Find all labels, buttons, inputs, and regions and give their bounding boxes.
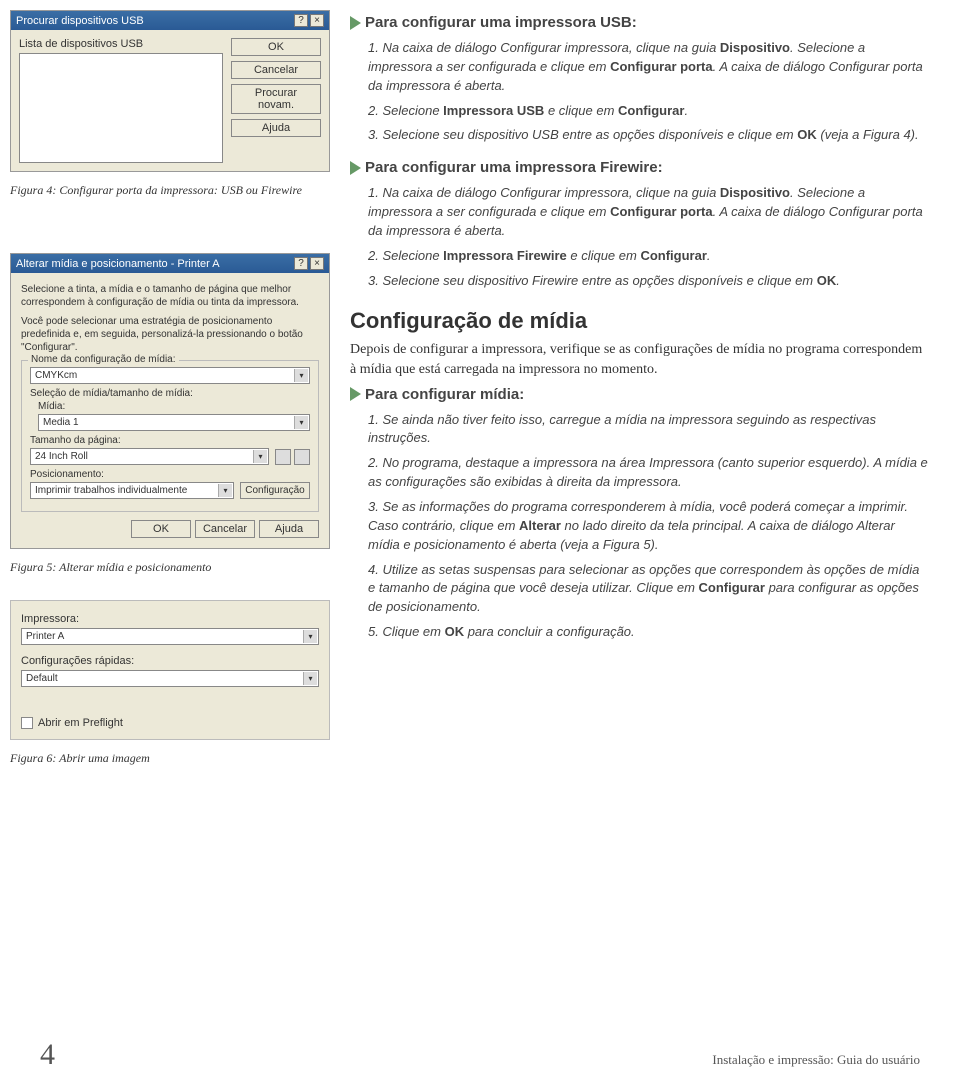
figure6-caption: Figura 6: Abrir uma imagem [10, 750, 330, 766]
usb-search-dialog: Procurar dispositivos USB ? × Lista de d… [10, 10, 330, 172]
ok-button[interactable]: OK [231, 38, 321, 56]
cancel-button[interactable]: Cancelar [231, 61, 321, 79]
section-media-heading: Para configurar mídia: [350, 386, 930, 403]
chevron-down-icon: ▾ [218, 484, 232, 497]
ok-button[interactable]: OK [131, 520, 191, 538]
media-step-4: 4. Utilize as setas suspensas para selec… [368, 561, 930, 618]
media-position-dialog: Alterar mídia e posicionamento - Printer… [10, 253, 330, 549]
help-icon[interactable]: ? [294, 14, 308, 27]
footer-text: Instalação e impressão: Guia do usuário [712, 1052, 920, 1068]
close-icon[interactable]: × [310, 257, 324, 270]
rescan-button[interactable]: Procurar novam. [231, 84, 321, 114]
config-button[interactable]: Configuração [240, 482, 310, 499]
dialog-title: Alterar mídia e posicionamento - Printer… [16, 258, 220, 270]
media-step-1: 1. Se ainda não tiver feito isso, carreg… [368, 411, 930, 449]
printer-label: Impressora: [21, 613, 319, 625]
dialog-intro-2: Você pode selecionar uma estratégia de p… [21, 315, 319, 354]
close-icon[interactable]: × [310, 14, 324, 27]
midia-label: Mídia: [38, 401, 310, 412]
section-firewire-heading: Para configurar uma impressora Firewire: [350, 159, 930, 176]
position-combo[interactable]: Imprimir trabalhos individualmente▾ [30, 482, 234, 499]
figure5-caption: Figura 5: Alterar mídia e posicionamento [10, 559, 330, 575]
usb-device-list[interactable] [19, 53, 223, 163]
page-size-combo[interactable]: 24 Inch Roll▾ [30, 448, 269, 465]
figure4-caption: Figura 4: Configurar porta da impressora… [10, 182, 330, 198]
arrow-icon [350, 387, 361, 401]
media-step-5: 5. Clique em OK para concluir a configur… [368, 623, 930, 642]
square-icon[interactable] [275, 449, 291, 465]
media-step-3: 3. Se as informações do programa corresp… [368, 498, 930, 555]
usb-step-1: 1. Na caixa de diálogo Configurar impres… [368, 39, 930, 96]
group-title: Nome da configuração de mídia: [28, 354, 179, 365]
arrow-icon [350, 161, 361, 175]
quick-config-combo[interactable]: Default▾ [21, 670, 319, 687]
page-number: 4 [40, 1038, 55, 1072]
fw-step-3: 3. Selecione seu dispositivo Firewire en… [368, 272, 930, 291]
chevron-down-icon: ▾ [303, 672, 317, 685]
position-label: Posicionamento: [30, 469, 310, 480]
media-select-label: Seleção de mídia/tamanho de mídia: [30, 388, 310, 399]
open-image-dialog: Impressora: Printer A▾ Configurações ráp… [10, 600, 330, 740]
fw-step-2: 2. Selecione Impressora Firewire e cliqu… [368, 247, 930, 266]
usb-step-3: 3. Selecione seu dispositivo USB entre a… [368, 126, 930, 145]
media-config-para: Depois de configurar a impressora, verif… [350, 340, 930, 379]
preflight-label: Abrir em Preflight [38, 717, 123, 729]
media-config-combo[interactable]: CMYKcm▾ [30, 367, 310, 384]
media-config-heading: Configuração de mídia [350, 308, 930, 334]
cancel-button[interactable]: Cancelar [195, 520, 255, 538]
printer-combo[interactable]: Printer A▾ [21, 628, 319, 645]
arrow-icon [350, 16, 361, 30]
usb-step-2: 2. Selecione Impressora USB e clique em … [368, 102, 930, 121]
dialog-titlebar: Alterar mídia e posicionamento - Printer… [11, 254, 329, 273]
page-size-label: Tamanho da página: [30, 435, 310, 446]
list-label: Lista de dispositivos USB [19, 38, 223, 50]
preflight-checkbox[interactable] [21, 717, 33, 729]
midia-combo[interactable]: Media 1▾ [38, 414, 310, 431]
dialog-titlebar: Procurar dispositivos USB ? × [11, 11, 329, 30]
help-button[interactable]: Ajuda [231, 119, 321, 137]
help-icon[interactable]: ? [294, 257, 308, 270]
square-icon[interactable] [294, 449, 310, 465]
section-usb-heading: Para configurar uma impressora USB: [350, 14, 930, 31]
quick-config-label: Configurações rápidas: [21, 655, 319, 667]
chevron-down-icon: ▾ [294, 369, 308, 382]
chevron-down-icon: ▾ [253, 450, 267, 463]
chevron-down-icon: ▾ [303, 630, 317, 643]
help-button[interactable]: Ajuda [259, 520, 319, 538]
fw-step-1: 1. Na caixa de diálogo Configurar impres… [368, 184, 930, 241]
media-step-2: 2. No programa, destaque a impressora na… [368, 454, 930, 492]
dialog-intro-1: Selecione a tinta, a mídia e o tamanho d… [21, 283, 319, 309]
chevron-down-icon: ▾ [294, 416, 308, 429]
dialog-title: Procurar dispositivos USB [16, 15, 144, 27]
